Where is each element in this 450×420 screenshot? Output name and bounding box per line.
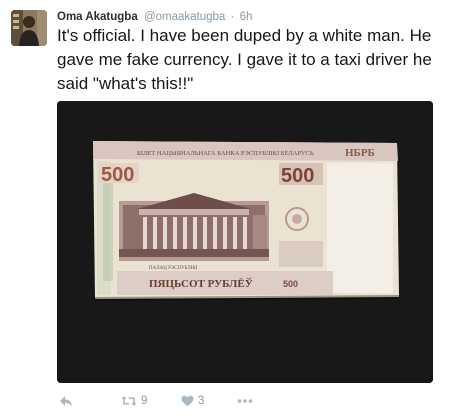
banknote-denomination-small: 500: [283, 279, 298, 289]
building-caption: ПАЛАЦ РЭСПУБЛІКІ: [149, 266, 198, 271]
author-handle[interactable]: @omaakatugba: [144, 11, 225, 23]
tweet-actions: 9 3: [57, 391, 437, 411]
tweet: Oma Akatugba @omaakatugba · 6h It's offi…: [0, 0, 450, 420]
tweet-header: Oma Akatugba @omaakatugba · 6h: [57, 9, 252, 25]
banknote-denomination-right: 500: [281, 165, 314, 187]
more-button[interactable]: [237, 391, 253, 411]
avatar-image: [11, 10, 47, 46]
banknote-serial: НБРБ: [345, 147, 375, 159]
building-engraving: [119, 193, 269, 261]
tweet-text: It's official. I have been duped by a wh…: [57, 26, 432, 93]
avatar[interactable]: [11, 10, 47, 46]
retweet-count: 9: [141, 395, 148, 407]
heart-icon: [181, 395, 194, 407]
banknote-denomination-word: ПЯЦЬСОТ РУБЛЁЎ: [149, 277, 253, 290]
like-button[interactable]: 3: [181, 391, 204, 411]
reply-button[interactable]: [59, 391, 73, 411]
banknote-photo: БІЛЕТ НАЦЫЯНАЛЬНАГА БАНКА РЭСПУБЛІКІ БЕЛ…: [57, 101, 433, 383]
more-icon: [237, 399, 253, 403]
retweet-button[interactable]: 9: [121, 391, 147, 411]
banknote-top-text: БІЛЕТ НАЦЫЯНАЛЬНАГА БАНКА РЭСПУБЛІКІ БЕЛ…: [137, 150, 314, 157]
banknote-denomination-left: 500: [101, 164, 134, 186]
author-name[interactable]: Oma Akatugba: [57, 11, 138, 23]
retweet-icon: [121, 396, 137, 406]
reply-icon: [60, 396, 72, 407]
separator-dot: ·: [230, 11, 235, 23]
like-count: 3: [198, 395, 205, 407]
tweet-photo[interactable]: БІЛЕТ НАЦЫЯНАЛЬНАГА БАНКА РЭСПУБЛІКІ БЕЛ…: [57, 101, 433, 383]
banknote: БІЛЕТ НАЦЫЯНАЛЬНАГА БАНКА РЭСПУБЛІКІ БЕЛ…: [93, 141, 399, 301]
timestamp[interactable]: 6h: [240, 11, 253, 23]
